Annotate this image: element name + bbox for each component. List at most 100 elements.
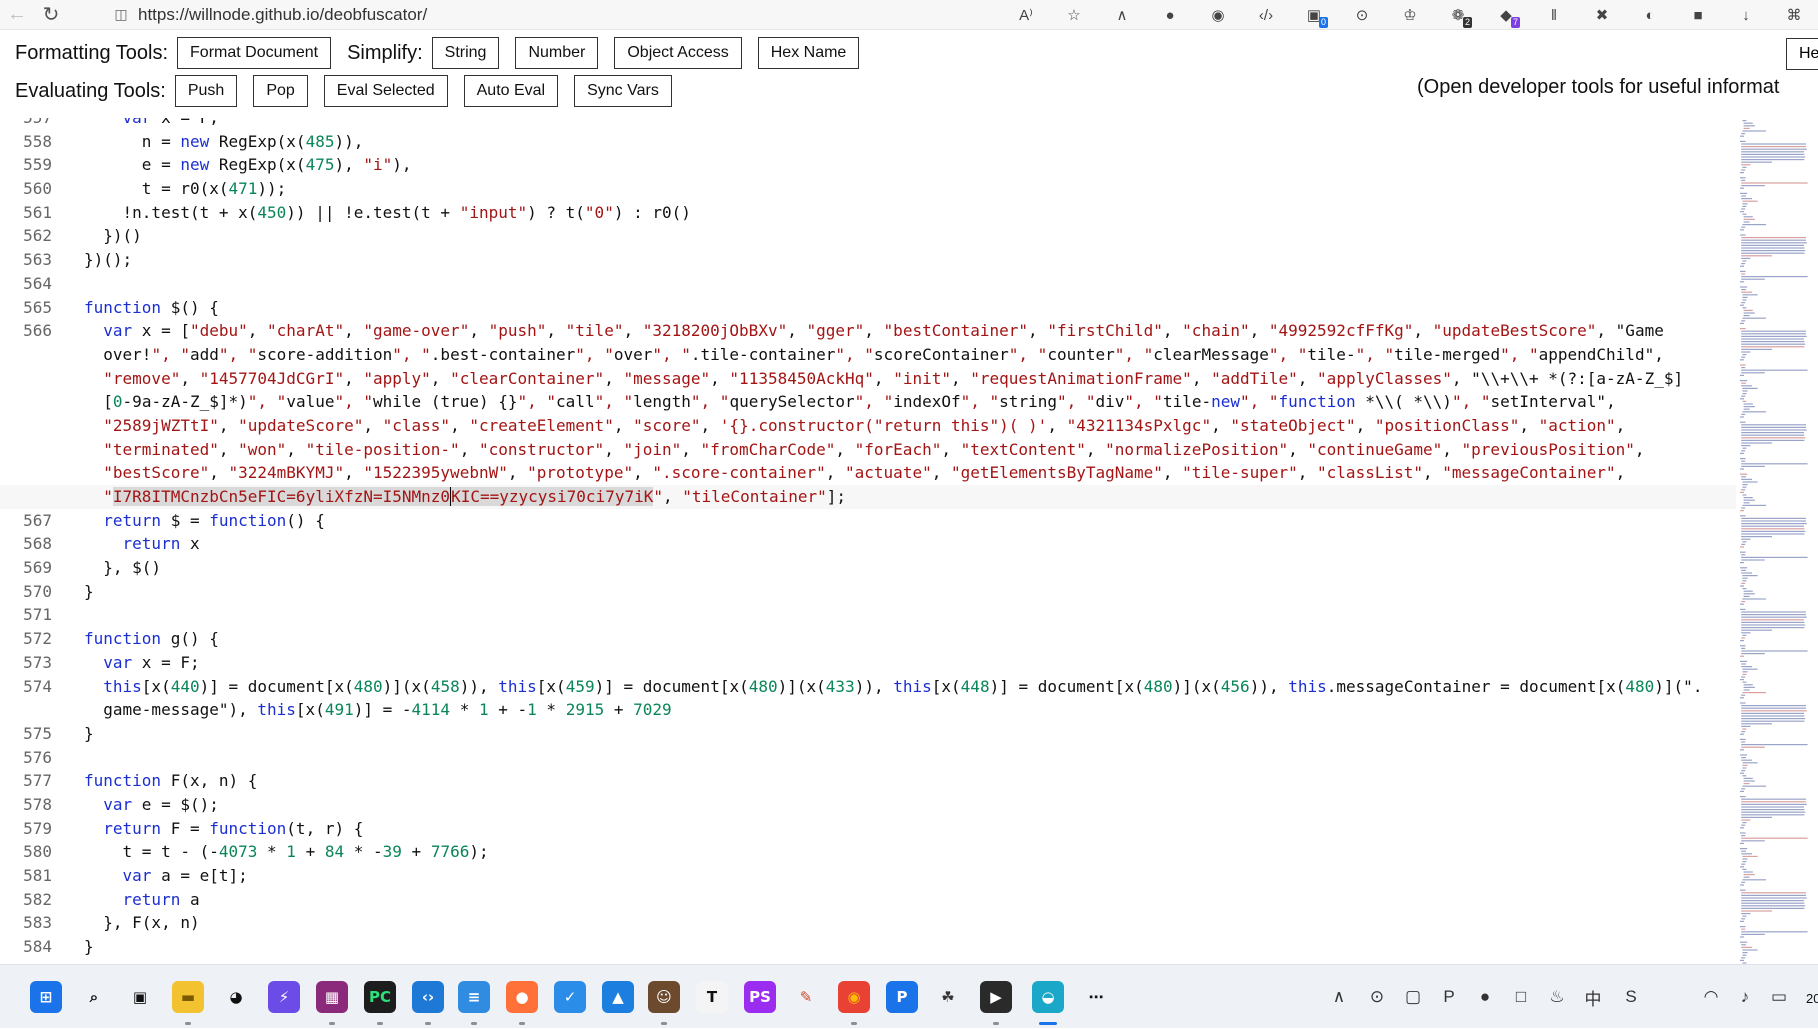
photos-icon[interactable]: ▲ <box>594 965 642 1029</box>
code-line[interactable]: "remove", "1457704JdCGrI", "apply", "cle… <box>0 367 1736 391</box>
ext-panda-icon[interactable]: ■ <box>1674 0 1722 30</box>
app-purple-icon[interactable]: ⚡ <box>260 965 308 1029</box>
ext-gray-icon[interactable]: ∧ <box>1098 0 1146 30</box>
tray-p-icon[interactable]: P <box>1432 965 1466 1029</box>
cookie-icon[interactable]: ◉ <box>1194 0 1242 30</box>
auto-eval-button[interactable]: Auto Eval <box>463 75 559 107</box>
more-apps-icon[interactable]: ⋯ <box>1072 965 1120 1029</box>
file-explorer-icon[interactable]: ▬ <box>164 965 212 1029</box>
firefox-icon[interactable]: ● <box>498 965 546 1029</box>
code-line[interactable]: "terminated", "won", "tile-position-", "… <box>0 438 1736 462</box>
code-line[interactable]: "2589jWZTtI", "updateScore", "class", "c… <box>0 414 1736 438</box>
ext-ring-icon[interactable]: ● <box>1146 0 1194 30</box>
code-line[interactable]: 577 function F(x, n) { <box>0 769 1736 793</box>
eval-selected-button[interactable]: Eval Selected <box>323 75 448 107</box>
format-document-button[interactable]: Format Document <box>177 37 332 69</box>
app-pen-icon[interactable]: ✎ <box>782 965 830 1029</box>
simplify-number-button[interactable]: Number <box>515 37 599 69</box>
ext-eye-icon[interactable]: ◐ <box>1626 0 1674 30</box>
chevron-up-icon[interactable]: ∧ <box>1322 965 1356 1029</box>
ext-light-icon[interactable]: ♔ <box>1386 0 1434 30</box>
code-line[interactable]: over!", "add", "score-addition", ".best-… <box>0 343 1736 367</box>
volume-icon[interactable]: ♪ <box>1728 965 1762 1029</box>
phpstorm-icon[interactable]: PS <box>736 965 784 1029</box>
code-line[interactable]: 557 var x = F; <box>0 118 1736 130</box>
vscode-icon[interactable]: ‹› <box>404 965 452 1029</box>
code-line[interactable]: 582 return a <box>0 888 1736 912</box>
code-line[interactable]: 572 function g() { <box>0 627 1736 651</box>
ext-x-icon[interactable]: ✖ <box>1578 0 1626 30</box>
ext-cube-icon[interactable]: ◆ 7 <box>1482 0 1530 30</box>
editor-minimap[interactable] <box>1738 118 1818 964</box>
notepad-icon[interactable]: ≡ <box>450 965 498 1029</box>
code-line[interactable]: 562 })() <box>0 224 1736 248</box>
read-aloud-icon[interactable]: A⁾ <box>1002 0 1050 30</box>
code-line[interactable]: 569 }, $() <box>0 556 1736 580</box>
tray-monitor-icon[interactable]: ▢ <box>1396 965 1430 1029</box>
edge-icon[interactable]: ◒ <box>1024 965 1072 1029</box>
code-line[interactable]: 561 !n.test(t + x(450)) || !e.test(t + "… <box>0 201 1736 225</box>
app-p-icon[interactable]: P <box>878 965 926 1029</box>
wechat-icon[interactable]: ● <box>1468 965 1502 1029</box>
simplify-string-button[interactable]: String <box>431 37 500 69</box>
favorite-star-icon[interactable]: ☆ <box>1050 0 1098 30</box>
back-arrow-icon[interactable]: ← <box>0 0 34 30</box>
search-icon[interactable]: ⌕ <box>70 965 118 1029</box>
winrar-icon[interactable]: ▦ <box>308 965 356 1029</box>
code-line[interactable]: 579 return F = function(t, r) { <box>0 817 1736 841</box>
code-line[interactable]: 563})(); <box>0 248 1736 272</box>
task-view-icon[interactable]: ▣ <box>116 965 164 1029</box>
qq-penguin-icon[interactable]: ◕ <box>212 965 260 1029</box>
push-button[interactable]: Push <box>174 75 238 107</box>
pycharm-icon[interactable]: PC <box>356 965 404 1029</box>
code-line[interactable]: [0-9a-zA-Z_$]*)", "value", "while (true)… <box>0 390 1736 414</box>
code-line[interactable]: 564 <box>0 272 1736 296</box>
lock-icon[interactable]: ◫ <box>108 6 134 23</box>
help-button[interactable]: He <box>1786 38 1818 70</box>
code-line[interactable]: "bestScore", "3224mBKYMJ", "1522395ywebn… <box>0 461 1736 485</box>
app-cat-icon[interactable]: ☘ <box>924 965 972 1029</box>
code-line[interactable]: 565 function $() { <box>0 296 1736 320</box>
ext-hat-icon[interactable]: ⊙ <box>1338 0 1386 30</box>
code-line[interactable]: 575} <box>0 722 1736 746</box>
download-icon[interactable]: ↓ <box>1722 0 1770 30</box>
code-line[interactable]: 584} <box>0 935 1736 959</box>
ext-blue-icon[interactable]: ▣ 0 <box>1290 0 1338 30</box>
app-check-icon[interactable]: ✓ <box>546 965 594 1029</box>
media-player-icon[interactable]: ▶ <box>972 965 1020 1029</box>
battery-icon[interactable]: ▭ <box>1762 965 1796 1029</box>
wifi-icon[interactable]: ◠ <box>1694 965 1728 1029</box>
code-editor[interactable]: 557 var x = F;558 n = new RegExp(x(485))… <box>0 118 1818 964</box>
tray-app-icon[interactable]: ⊙ <box>1360 965 1394 1029</box>
ext-bars-icon[interactable]: ‖ <box>1530 0 1578 30</box>
code-line[interactable]: 566 var x = ["debu", "charAt", "game-ove… <box>0 319 1736 343</box>
sync-vars-button[interactable]: Sync Vars <box>574 75 672 107</box>
devtools-icon[interactable]: ‹/› <box>1242 0 1290 30</box>
ime-icon[interactable]: 中 <box>1576 965 1610 1029</box>
code-line[interactable]: 573 var x = F; <box>0 651 1736 675</box>
pop-button[interactable]: Pop <box>253 75 308 107</box>
clock[interactable]: 20 <box>1806 991 1818 1006</box>
simplify-hex-name-button[interactable]: Hex Name <box>757 37 860 69</box>
code-line[interactable]: 568 return x <box>0 532 1736 556</box>
code-line[interactable]: 581 var a = e[t]; <box>0 864 1736 888</box>
ext-red-icon[interactable]: ❁ 2 <box>1434 0 1482 30</box>
refresh-icon[interactable]: ↻ <box>34 0 68 30</box>
code-line[interactable]: 570} <box>0 580 1736 604</box>
app-avatar-icon[interactable]: ☺ <box>640 965 688 1029</box>
code-line[interactable]: 571 <box>0 603 1736 627</box>
extensions-puzzle-icon[interactable]: ⌘ <box>1770 0 1818 30</box>
code-line[interactable]: 583 }, F(x, n) <box>0 911 1736 935</box>
code-line[interactable]: 560 t = r0(x(471)); <box>0 177 1736 201</box>
tray-window-icon[interactable]: □ <box>1504 965 1538 1029</box>
chrome-icon[interactable]: ◉ <box>830 965 878 1029</box>
code-line[interactable]: 580 t = t - (-4073 * 1 + 84 * -39 + 7766… <box>0 840 1736 864</box>
code-line[interactable]: 574 this[x(440)] = document[x(480)](x(45… <box>0 675 1736 699</box>
code-line[interactable]: 559 e = new RegExp(x(475), "i"), <box>0 153 1736 177</box>
typora-icon[interactable]: T <box>688 965 736 1029</box>
code-line[interactable]: game-message"), this[x(491)] = -4114 * 1… <box>0 698 1736 722</box>
code-line[interactable]: 558 n = new RegExp(x(485)), <box>0 130 1736 154</box>
code-line[interactable]: 578 var e = $(); <box>0 793 1736 817</box>
simplify-object-access-button[interactable]: Object Access <box>614 37 742 69</box>
windows-start-icon[interactable]: ⊞ <box>22 965 70 1029</box>
